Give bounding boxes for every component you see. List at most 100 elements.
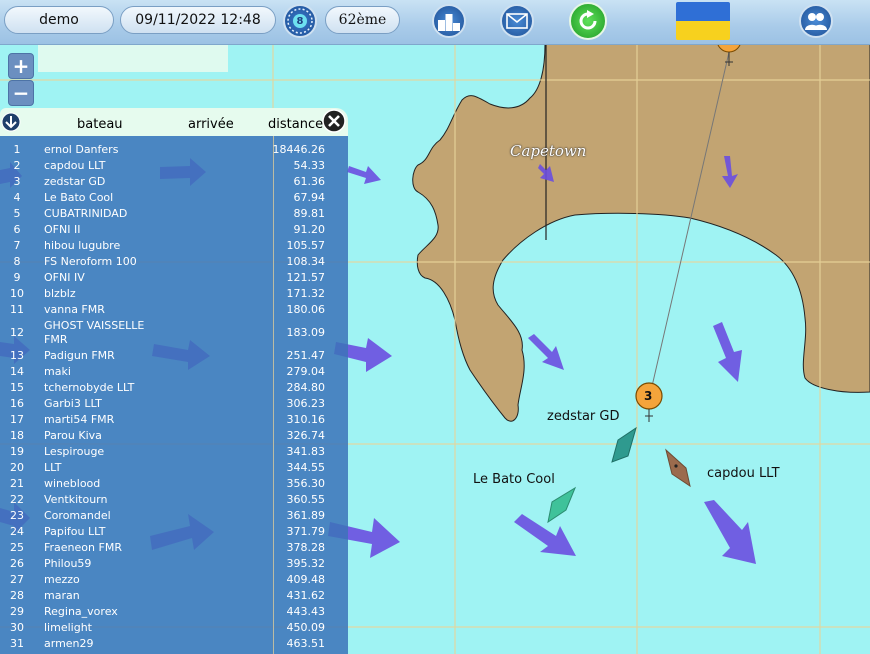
table-row[interactable]: 24 Papifou LLT 371.79 xyxy=(0,525,330,541)
row-boat-name: GHOST VAISSELLE FMR xyxy=(44,319,145,346)
users-button[interactable] xyxy=(799,4,833,38)
ranking-button[interactable] xyxy=(432,4,466,38)
table-row[interactable]: 9 OFNI IV 121.57 xyxy=(0,271,330,287)
table-row[interactable]: 5 CUBATRINIDAD 89.81 xyxy=(0,207,330,223)
table-row[interactable]: 16 Garbi3 LLT 306.23 xyxy=(0,397,330,413)
table-row[interactable]: 6 OFNI II 91.20 xyxy=(0,223,330,239)
col-distance[interactable]: distance xyxy=(268,117,323,132)
envelope-icon xyxy=(506,13,528,29)
row-distance: 395.32 xyxy=(286,557,326,570)
row-rank: 31 xyxy=(10,637,24,650)
datetime-button[interactable]: 09/11/2022 12:48 xyxy=(120,6,276,34)
row-rank: 17 xyxy=(10,413,24,426)
row-rank: 5 xyxy=(13,207,21,220)
zoom-out-label: − xyxy=(12,81,30,105)
table-row[interactable]: 10 blzblz 171.32 xyxy=(0,287,330,303)
clock-button[interactable]: 8 xyxy=(283,4,317,38)
row-boat-name: Lespirouge xyxy=(44,445,105,458)
table-row[interactable]: 7 hibou lugubre 105.57 xyxy=(0,239,330,255)
row-boat-name: marti54 FMR xyxy=(44,413,115,426)
row-rank: 7 xyxy=(13,239,21,252)
table-row[interactable]: 25 Fraeneon FMR 378.28 xyxy=(0,541,330,557)
row-distance: 356.30 xyxy=(286,477,326,490)
row-distance: 431.62 xyxy=(286,589,326,602)
row-rank: 16 xyxy=(10,397,24,410)
table-row[interactable]: 15 tchernobyde LLT 284.80 xyxy=(0,381,330,397)
table-row[interactable]: 19 Lespirouge 341.83 xyxy=(0,445,330,461)
row-boat-name: Papifou LLT xyxy=(44,525,106,538)
row-distance: 409.48 xyxy=(286,573,326,586)
table-row[interactable]: 8 FS Neroform 100 108.34 xyxy=(0,255,330,271)
row-rank: 19 xyxy=(10,445,24,458)
row-rank: 30 xyxy=(10,621,24,634)
table-row[interactable]: 2 capdou LLT 54.33 xyxy=(0,159,330,175)
boat-label-le-bato-cool[interactable]: Le Bato Cool xyxy=(473,472,555,487)
ranking-list[interactable]: 1 ernol Danfers 18446.26 2 capdou LLT 54.33 3 z… xyxy=(0,136,348,654)
mail-button[interactable] xyxy=(500,4,534,38)
rank-text: 62ème xyxy=(338,12,387,28)
close-icon[interactable] xyxy=(322,109,346,133)
row-distance: 121.57 xyxy=(286,271,326,284)
table-row[interactable]: 31 armen29 463.51 xyxy=(0,637,330,653)
table-row[interactable]: 13 Padigun FMR 251.47 xyxy=(0,349,330,365)
row-rank: 6 xyxy=(13,223,21,236)
arrow-down-icon[interactable] xyxy=(1,112,21,132)
row-distance: 344.55 xyxy=(286,461,326,474)
row-rank: 10 xyxy=(10,287,24,300)
refresh-button[interactable] xyxy=(569,2,607,40)
table-row[interactable]: 12 GHOST VAISSELLE FMR 183.09 xyxy=(0,319,330,349)
row-distance: 284.80 xyxy=(286,381,326,394)
boat-search-input[interactable] xyxy=(38,45,228,72)
clock-badge: 8 xyxy=(293,14,307,28)
row-boat-name: Garbi3 LLT xyxy=(44,397,102,410)
table-row[interactable]: 28 maran 431.62 xyxy=(0,589,330,605)
row-rank: 29 xyxy=(10,605,24,618)
refresh-icon xyxy=(579,10,597,30)
row-distance: 89.81 xyxy=(293,207,326,220)
row-boat-name: vanna FMR xyxy=(44,303,105,316)
row-boat-name: maran xyxy=(44,589,80,602)
row-boat-name: CUBATRINIDAD xyxy=(44,207,128,220)
table-row[interactable]: 30 limelight 450.09 xyxy=(0,621,330,637)
col-arrival[interactable]: arrivée xyxy=(188,117,234,132)
row-boat-name: Coromandel xyxy=(44,509,111,522)
col-boat[interactable]: bateau xyxy=(77,117,123,132)
row-distance: 450.09 xyxy=(286,621,326,634)
table-row[interactable]: 4 Le Bato Cool 67.94 xyxy=(0,191,330,207)
table-row[interactable]: 22 Ventkitourn 360.55 xyxy=(0,493,330,509)
boat-label-capdou[interactable]: capdou LLT xyxy=(707,466,780,481)
row-distance: 360.55 xyxy=(286,493,326,506)
table-row[interactable]: 26 Philou59 395.32 xyxy=(0,557,330,573)
zoom-out-button[interactable]: − xyxy=(8,80,34,106)
table-row[interactable]: 14 maki 279.04 xyxy=(0,365,330,381)
row-boat-name: OFNI II xyxy=(44,223,81,236)
ranking-list-header: bateau arrivée distance xyxy=(0,108,348,136)
row-boat-name: Le Bato Cool xyxy=(44,191,114,204)
table-row[interactable]: 27 mezzo 409.48 xyxy=(0,573,330,589)
zoom-in-label: + xyxy=(12,54,30,78)
table-row[interactable]: 17 marti54 FMR 310.16 xyxy=(0,413,330,429)
zoom-in-button[interactable]: + xyxy=(8,53,34,79)
rank-button[interactable]: 62ème xyxy=(325,6,400,34)
row-rank: 13 xyxy=(10,349,24,362)
table-row[interactable]: 18 Parou Kiva 326.74 xyxy=(0,429,330,445)
datetime-text: 09/11/2022 12:48 xyxy=(135,12,261,28)
row-distance: 251.47 xyxy=(286,349,326,362)
table-row[interactable]: 3 zedstar GD 61.36 xyxy=(0,175,330,191)
table-row[interactable]: 29 Regina_vorex 443.43 xyxy=(0,605,330,621)
row-distance: 105.57 xyxy=(286,239,326,252)
table-row[interactable]: 23 Coromandel 361.89 xyxy=(0,509,330,525)
row-boat-name: tchernobyde LLT xyxy=(44,381,135,394)
row-boat-name: maki xyxy=(44,365,71,378)
table-row[interactable]: 11 vanna FMR 180.06 xyxy=(0,303,330,319)
boat-label-zedstar[interactable]: zedstar GD xyxy=(547,409,619,424)
podium-icon xyxy=(438,14,460,31)
table-row[interactable]: 21 wineblood 356.30 xyxy=(0,477,330,493)
row-rank: 21 xyxy=(10,477,24,490)
user-button[interactable]: demo xyxy=(4,6,114,34)
table-row[interactable]: 20 LLT 344.55 xyxy=(0,461,330,477)
table-row[interactable]: 1 ernol Danfers 18446.26 xyxy=(0,143,330,159)
city-label: Capetown xyxy=(510,142,587,160)
row-rank: 15 xyxy=(10,381,24,394)
users-icon xyxy=(805,13,827,30)
